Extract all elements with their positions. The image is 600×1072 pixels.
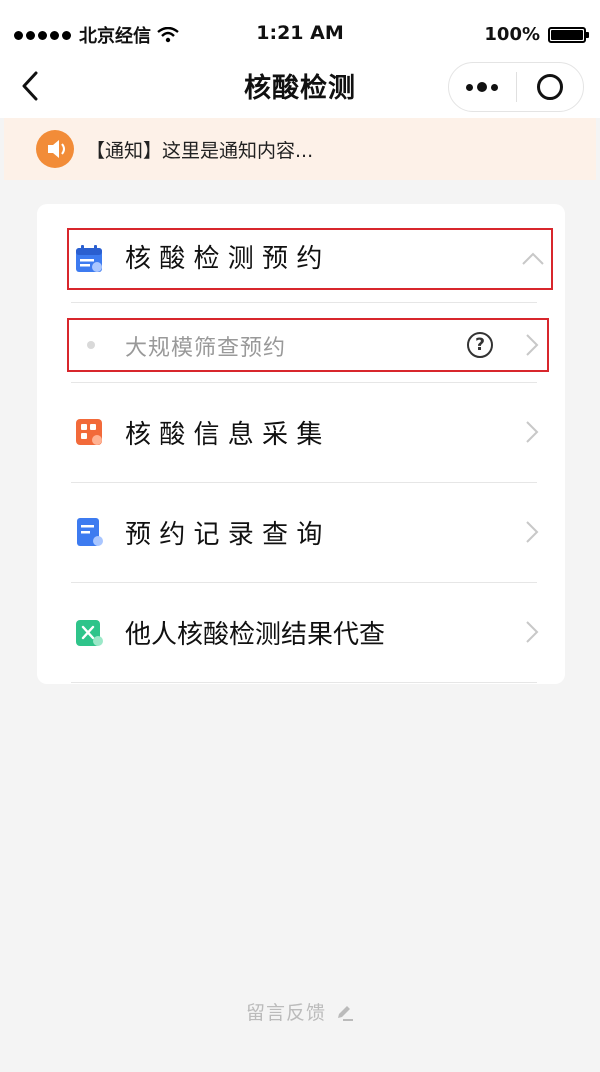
chevron-right-icon bbox=[526, 334, 539, 356]
grid-form-icon bbox=[76, 419, 102, 445]
menu-item-info-collection[interactable]: 核 酸 信 息 采 集 bbox=[37, 400, 565, 464]
menu-item-label: 他人核酸检测结果代查 bbox=[125, 620, 386, 650]
chevron-right-icon bbox=[526, 521, 539, 543]
battery-icon bbox=[548, 26, 589, 43]
battery-percent: 100% bbox=[484, 24, 540, 45]
menu-item-records-query[interactable]: 预 约 记 录 查 询 bbox=[37, 500, 565, 564]
menu-item-label: 预 约 记 录 查 询 bbox=[125, 520, 323, 550]
pencil-icon bbox=[338, 1005, 353, 1021]
help-icon[interactable]: ? bbox=[467, 332, 493, 358]
chevron-up-icon bbox=[522, 252, 544, 265]
more-button[interactable] bbox=[449, 62, 516, 112]
circle-icon bbox=[536, 74, 563, 100]
divider bbox=[71, 382, 537, 383]
menu-item-label: 核 酸 信 息 采 集 bbox=[125, 420, 323, 450]
status-right: 100% bbox=[484, 24, 589, 45]
feedback-link[interactable]: 留言反馈 bbox=[0, 998, 600, 1025]
chevron-right-icon bbox=[526, 621, 539, 643]
divider bbox=[71, 682, 537, 683]
notice-text: 【通知】这里是通知内容... bbox=[86, 139, 314, 162]
menu-item-label: 核 酸 检 测 预 约 bbox=[125, 244, 323, 274]
virus-check-icon bbox=[76, 620, 103, 646]
submenu-item-large-scale-screening[interactable]: 大规模筛查预约 ? bbox=[37, 318, 565, 372]
submenu-item-label: 大规模筛查预约 bbox=[125, 336, 287, 361]
document-search-icon bbox=[77, 518, 103, 546]
close-miniprogram-button[interactable] bbox=[517, 62, 584, 112]
menu-item-proxy-query[interactable]: 他人核酸检测结果代查 bbox=[37, 600, 565, 664]
feedback-label: 留言反馈 bbox=[245, 1002, 326, 1024]
menu-card: 核 酸 检 测 预 约 大规模筛查预约 ? 核 酸 信 息 采 集 预 约 记 … bbox=[37, 204, 565, 684]
nav-bar: 核酸检测 bbox=[0, 54, 600, 118]
divider bbox=[71, 302, 537, 303]
calendar-icon bbox=[76, 245, 102, 272]
notice-bar[interactable]: 【通知】这里是通知内容... bbox=[4, 118, 596, 180]
miniprogram-capsule bbox=[448, 62, 584, 112]
chevron-right-icon bbox=[526, 421, 539, 443]
divider bbox=[71, 482, 537, 483]
divider bbox=[71, 582, 537, 583]
speaker-icon bbox=[36, 130, 74, 168]
menu-item-appointment[interactable]: 核 酸 检 测 预 约 bbox=[37, 228, 565, 290]
bullet-dot bbox=[87, 341, 95, 349]
